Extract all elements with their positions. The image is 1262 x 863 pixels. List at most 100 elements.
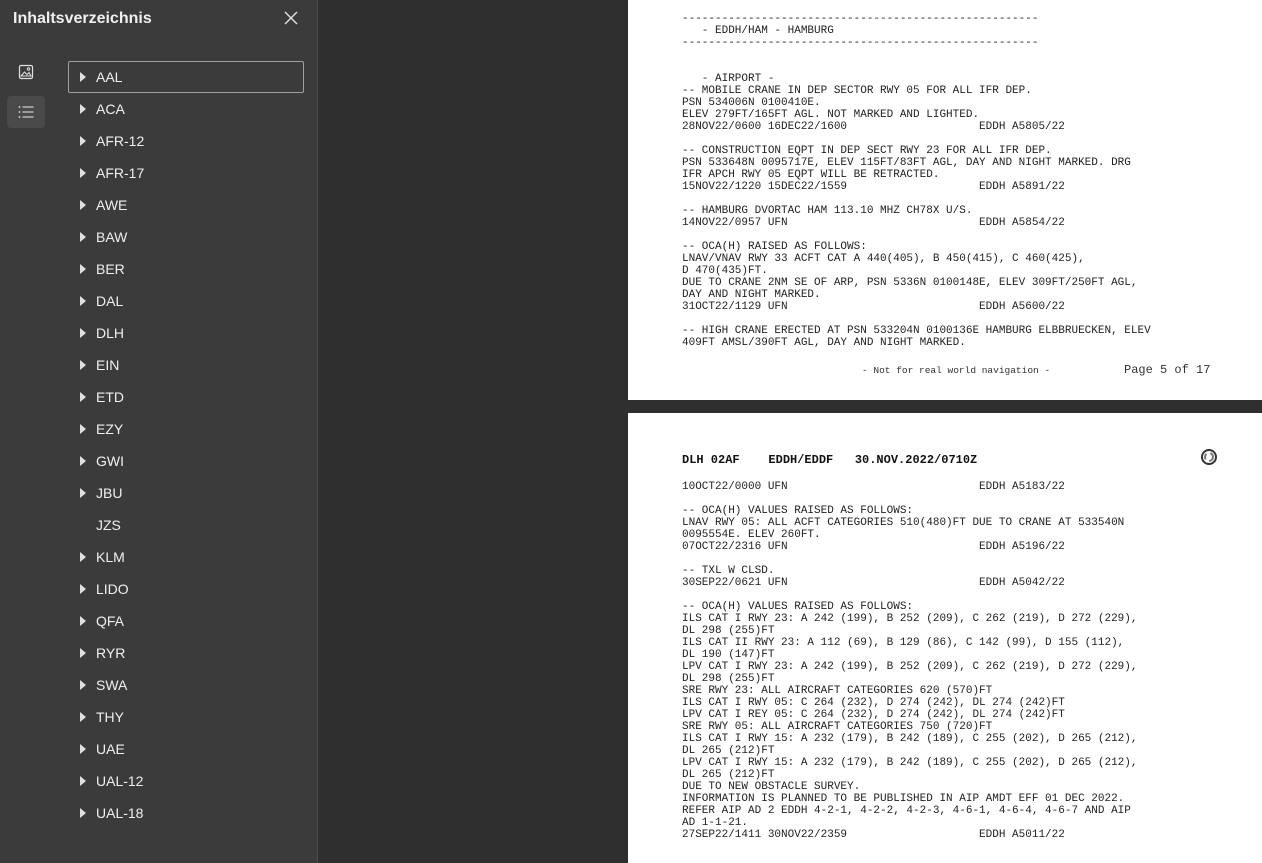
text-line bbox=[682, 193, 1151, 205]
text-line: ----------------------------------------… bbox=[682, 13, 1039, 25]
toc-item[interactable]: EIN bbox=[68, 349, 304, 381]
expand-arrow-icon[interactable] bbox=[80, 392, 86, 402]
text-line: 28NOV22/0600 16DEC22/1600 EDDH A5805/22 bbox=[682, 121, 1065, 133]
text-line: PSN 533648N 0095717E, ELEV 115FT/83FT AG… bbox=[682, 157, 1131, 169]
text-line: DAY AND NIGHT MARKED. bbox=[682, 289, 821, 301]
expand-arrow-icon[interactable] bbox=[80, 424, 86, 434]
toc-item[interactable]: LIDO bbox=[68, 573, 304, 605]
toc-item[interactable]: AFR-17 bbox=[68, 157, 304, 189]
toc-item-label: EZY bbox=[96, 421, 124, 437]
toc-item[interactable]: ACA bbox=[68, 93, 304, 125]
text-line bbox=[682, 229, 1151, 241]
text-line: LPV CAT I REY 05: C 264 (232), D 274 (24… bbox=[682, 709, 1065, 721]
toc-item[interactable]: BAW bbox=[68, 221, 304, 253]
text-line: REFER AIP AD 2 EDDH 4-2-1, 4-2-2, 4-2-3,… bbox=[682, 805, 1131, 817]
expand-arrow-icon[interactable] bbox=[80, 648, 86, 658]
expand-arrow-icon[interactable] bbox=[80, 776, 86, 786]
toc-item-label: ACA bbox=[96, 101, 125, 117]
toc-item[interactable]: JBU bbox=[68, 477, 304, 509]
toc-item[interactable]: QFA bbox=[68, 605, 304, 637]
text-line: 07OCT22/2316 UFN EDDH A5196/22 bbox=[682, 541, 1065, 553]
toc-item-label: UAE bbox=[96, 741, 125, 757]
expand-arrow-icon[interactable] bbox=[80, 616, 86, 626]
text-line: -- CONSTRUCTION EQPT IN DEP SECT RWY 23 … bbox=[682, 145, 1052, 157]
expand-arrow-icon[interactable] bbox=[80, 232, 86, 242]
expand-arrow-icon[interactable] bbox=[80, 296, 86, 306]
toc-item[interactable]: AWE bbox=[68, 189, 304, 221]
text-line: ILS CAT I RWY 15: A 232 (179), B 242 (18… bbox=[682, 733, 1138, 745]
expand-arrow-icon[interactable] bbox=[80, 712, 86, 722]
expand-arrow-icon[interactable] bbox=[80, 328, 86, 338]
toc-item[interactable]: THY bbox=[68, 701, 304, 733]
toc-item[interactable]: UAL-18 bbox=[68, 797, 304, 829]
page-text: 10OCT22/0000 UFN EDDH A5183/22 -- OCA(H) … bbox=[682, 481, 1137, 841]
text-line bbox=[682, 61, 1151, 73]
toc-item-label: RYR bbox=[96, 645, 126, 661]
text-line: -- OCA(H) VALUES RAISED AS FOLLOWS: bbox=[682, 601, 914, 613]
toc-item[interactable]: JZS bbox=[68, 509, 304, 541]
toc-item[interactable]: BER bbox=[68, 253, 304, 285]
toc-item[interactable]: SWA bbox=[68, 669, 304, 701]
toc-item[interactable]: GWI bbox=[68, 445, 304, 477]
text-line: LNAV/VNAV RWY 33 ACFT CAT A 440(405), B … bbox=[682, 253, 1085, 265]
text-line: DUE TO CRANE 2NM SE OF ARP, PSN 5336N 01… bbox=[682, 277, 1138, 289]
text-line: SRE RWY 05: ALL AIRCRAFT CATEGORIES 750 … bbox=[682, 721, 993, 733]
toc-item-label: AFR-17 bbox=[96, 165, 145, 181]
sidebar-header: Inhaltsverzeichnis bbox=[0, 0, 318, 40]
text-line: SRE RWY 23: ALL AIRCRAFT CATEGORIES 620 … bbox=[682, 685, 993, 697]
page-number: Page 5 of 17 bbox=[1124, 363, 1211, 377]
expand-arrow-icon[interactable] bbox=[80, 72, 86, 82]
toc-item[interactable]: AFR-12 bbox=[68, 125, 304, 157]
expand-arrow-icon[interactable] bbox=[80, 264, 86, 274]
text-line: LPV CAT I RWY 23: A 242 (199), B 252 (20… bbox=[682, 661, 1138, 673]
expand-arrow-icon[interactable] bbox=[80, 680, 86, 690]
expand-arrow-icon[interactable] bbox=[80, 456, 86, 466]
expand-arrow-icon[interactable] bbox=[80, 808, 86, 818]
close-icon bbox=[284, 11, 298, 25]
toc-item-label: SWA bbox=[96, 677, 128, 693]
text-line: D 470(435)FT. bbox=[682, 265, 768, 277]
image-icon bbox=[18, 64, 34, 80]
toc-item[interactable]: AAL bbox=[68, 61, 304, 93]
expand-arrow-icon[interactable] bbox=[80, 200, 86, 210]
expand-arrow-icon[interactable] bbox=[80, 360, 86, 370]
text-line: - AIRPORT - bbox=[682, 73, 775, 85]
text-line: ILS CAT II RWY 23: A 112 (69), B 129 (86… bbox=[682, 637, 1125, 649]
toc-item-label: KLM bbox=[96, 549, 125, 565]
toc-item[interactable]: UAL-12 bbox=[68, 765, 304, 797]
page-footer-note: - Not for real world navigation - bbox=[862, 365, 1051, 376]
outline-tab[interactable] bbox=[7, 96, 45, 128]
loading-spinner bbox=[1200, 448, 1218, 466]
expand-arrow-icon[interactable] bbox=[80, 584, 86, 594]
text-line: PSN 534006N 0100410E. bbox=[682, 97, 821, 109]
expand-arrow-icon[interactable] bbox=[80, 168, 86, 178]
text-line: AD 1-1-21. bbox=[682, 817, 749, 829]
text-line: DL 265 (212)FT bbox=[682, 745, 775, 757]
toc-item[interactable]: EZY bbox=[68, 413, 304, 445]
expand-arrow-icon[interactable] bbox=[80, 104, 86, 114]
list-icon bbox=[18, 106, 34, 118]
text-line: ILS CAT I RWY 23: A 242 (199), B 252 (20… bbox=[682, 613, 1138, 625]
toc-item[interactable]: DLH bbox=[68, 317, 304, 349]
toc-item[interactable]: DAL bbox=[68, 285, 304, 317]
toc-item-label: JBU bbox=[96, 485, 123, 501]
expand-arrow-icon[interactable] bbox=[80, 136, 86, 146]
toc-item[interactable]: RYR bbox=[68, 637, 304, 669]
toc-item-label: UAL-12 bbox=[96, 773, 144, 789]
text-line: 31OCT22/1129 UFN EDDH A5600/22 bbox=[682, 301, 1065, 313]
loading-spinner-icon bbox=[1201, 449, 1217, 465]
close-sidebar-button[interactable] bbox=[280, 7, 302, 29]
thumbnails-tab[interactable] bbox=[7, 56, 45, 88]
toc-item-label: GWI bbox=[96, 453, 124, 469]
toc-item[interactable]: ETD bbox=[68, 381, 304, 413]
text-line: IFR APCH RWY 05 EQPT WILL BE RETRACTED. bbox=[682, 169, 940, 181]
expand-arrow-icon[interactable] bbox=[80, 488, 86, 498]
toc-item[interactable]: UAE bbox=[68, 733, 304, 765]
expand-arrow-icon[interactable] bbox=[80, 744, 86, 754]
expand-arrow-icon[interactable] bbox=[80, 552, 86, 562]
toc-item[interactable]: KLM bbox=[68, 541, 304, 573]
text-line bbox=[682, 589, 1137, 601]
toc-item-label: AAL bbox=[96, 69, 123, 85]
text-line: ----------------------------------------… bbox=[682, 37, 1039, 49]
page-header: DLH 02AF EDDH/EDDF 30.NOV.2022/0710Z bbox=[682, 453, 978, 467]
